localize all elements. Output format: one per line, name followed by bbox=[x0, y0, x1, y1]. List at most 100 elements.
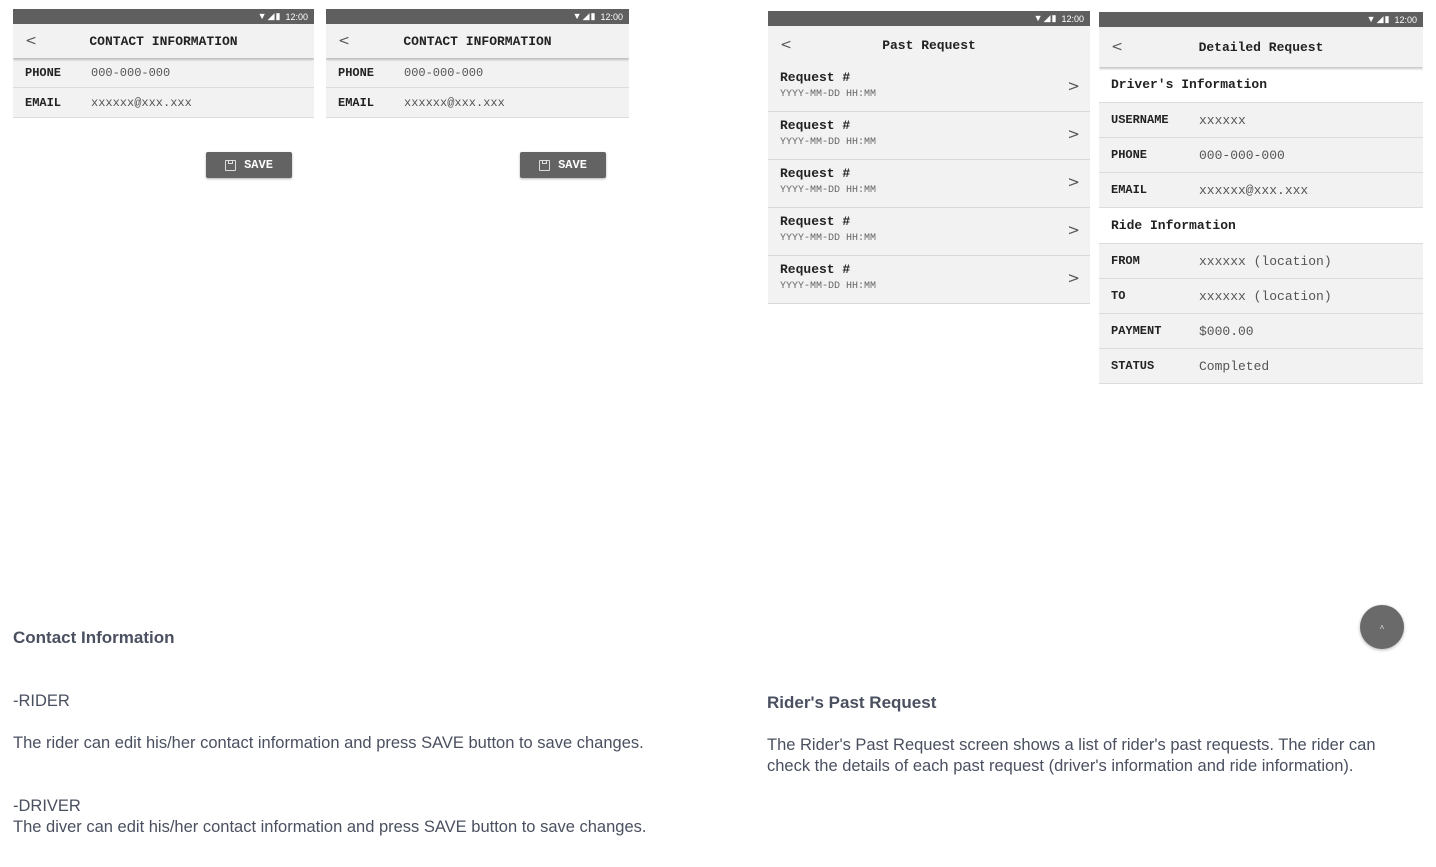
request-date: YYYY-MM-DD HH:MM bbox=[780, 89, 877, 100]
save-label: SAVE bbox=[244, 158, 273, 172]
request-list-item[interactable]: Request # YYYY-MM-DD HH:MM > bbox=[768, 208, 1090, 256]
status-bar: ▼◢▮ 12:00 bbox=[1099, 12, 1423, 27]
screen-title: CONTACT INFORMATION bbox=[89, 33, 238, 49]
request-title: Request # bbox=[780, 166, 851, 181]
ride-info-label: TO bbox=[1111, 289, 1126, 303]
chevron-right-icon: > bbox=[1067, 221, 1080, 239]
ride-info-value: Completed bbox=[1199, 358, 1270, 374]
request-title: Request # bbox=[780, 214, 851, 229]
request-date: YYYY-MM-DD HH:MM bbox=[780, 185, 877, 196]
rider-description: The rider can edit his/her contact infor… bbox=[13, 734, 644, 752]
contact-screen-driver: ▼◢▮ 12:00 < CONTACT INFORMATION PHONE 00… bbox=[326, 9, 629, 129]
save-label: SAVE bbox=[558, 158, 587, 172]
ride-info-row: FROM xxxxxx (location) bbox=[1099, 244, 1423, 279]
past-request-heading: Rider's Past Request bbox=[767, 693, 937, 712]
save-icon bbox=[539, 159, 551, 171]
driver-info-value: 000-000-000 bbox=[1199, 147, 1285, 163]
past-request-description: The Rider's Past Request screen shows a … bbox=[767, 736, 1376, 775]
phone-field[interactable]: 000-000-000 bbox=[404, 66, 483, 80]
driver-info-row: PHONE 000-000-000 bbox=[1099, 138, 1423, 173]
request-title: Request # bbox=[780, 118, 851, 133]
email-label: EMAIL bbox=[25, 95, 62, 110]
chevron-right-icon: > bbox=[1067, 173, 1080, 191]
status-bar: ▼◢▮ 12:00 bbox=[13, 9, 314, 24]
driver-tag: -DRIVER bbox=[13, 797, 81, 815]
request-list: Request # YYYY-MM-DD HH:MM > Request # YYYY-… bbox=[768, 64, 1090, 304]
app-bar: < CONTACT INFORMATION bbox=[326, 24, 629, 58]
back-icon[interactable]: < bbox=[21, 24, 41, 58]
signal-battery-icon: ▼◢▮ bbox=[1033, 13, 1058, 23]
app-bar: < Detailed Request bbox=[1099, 27, 1423, 67]
app-bar: < CONTACT INFORMATION bbox=[13, 24, 314, 58]
scroll-up-button[interactable]: ˄ bbox=[1360, 605, 1404, 649]
email-field[interactable]: xxxxxx@xxx.xxx bbox=[91, 96, 192, 110]
status-time: 12:00 bbox=[600, 11, 623, 22]
status-time: 12:00 bbox=[285, 11, 308, 22]
screen-title: Past Request bbox=[882, 37, 976, 53]
ride-info-value: xxxxxx (location) bbox=[1199, 253, 1332, 269]
ride-info-label: FROM bbox=[1111, 254, 1140, 268]
rider-tag: -RIDER bbox=[13, 692, 70, 710]
save-button[interactable]: SAVE bbox=[520, 152, 606, 178]
ride-info-row: STATUS Completed bbox=[1099, 349, 1423, 384]
driver-info-label: EMAIL bbox=[1111, 183, 1148, 197]
email-field[interactable]: xxxxxx@xxx.xxx bbox=[404, 96, 505, 110]
ride-info-value: $000.00 bbox=[1199, 323, 1254, 339]
request-date: YYYY-MM-DD HH:MM bbox=[780, 281, 877, 292]
status-time: 12:00 bbox=[1061, 13, 1084, 24]
driver-info-value: xxxxxx bbox=[1199, 112, 1246, 128]
contact-screen-rider: ▼◢▮ 12:00 < CONTACT INFORMATION PHONE 00… bbox=[13, 9, 314, 129]
signal-battery-icon: ▼◢▮ bbox=[572, 11, 597, 21]
status-bar: ▼◢▮ 12:00 bbox=[768, 11, 1090, 26]
driver-info-row: EMAIL xxxxxx@xxx.xxx bbox=[1099, 173, 1423, 208]
request-list-item[interactable]: Request # YYYY-MM-DD HH:MM > bbox=[768, 256, 1090, 304]
back-icon[interactable]: < bbox=[1107, 27, 1127, 67]
driver-info-heading: Driver's Information bbox=[1099, 67, 1423, 103]
scroll-up-icon: ˄ bbox=[1379, 622, 1385, 632]
back-icon[interactable]: < bbox=[776, 26, 796, 64]
ride-info-heading: Ride Information bbox=[1099, 208, 1423, 244]
driver-info-list: USERNAME xxxxxx PHONE 000-000-000 EMAIL xxxxx… bbox=[1099, 103, 1423, 208]
back-icon[interactable]: < bbox=[334, 24, 354, 58]
status-bar: ▼◢▮ 12:00 bbox=[326, 9, 629, 24]
phone-row[interactable]: PHONE 000-000-000 bbox=[13, 58, 314, 88]
signal-battery-icon: ▼◢▮ bbox=[257, 11, 282, 21]
phone-label: PHONE bbox=[338, 65, 375, 80]
driver-info-label: USERNAME bbox=[1111, 113, 1169, 127]
request-title: Request # bbox=[780, 70, 851, 85]
email-row[interactable]: EMAIL xxxxxx@xxx.xxx bbox=[13, 88, 314, 118]
email-row[interactable]: EMAIL xxxxxx@xxx.xxx bbox=[326, 88, 629, 118]
contact-info-heading: Contact Information bbox=[13, 628, 175, 647]
save-button[interactable]: SAVE bbox=[206, 152, 292, 178]
request-list-item[interactable]: Request # YYYY-MM-DD HH:MM > bbox=[768, 64, 1090, 112]
driver-info-value: xxxxxx@xxx.xxx bbox=[1199, 182, 1309, 198]
phone-label: PHONE bbox=[25, 65, 62, 80]
ride-info-list: FROM xxxxxx (location) TO xxxxxx (location)… bbox=[1099, 244, 1423, 384]
ride-info-row: TO xxxxxx (location) bbox=[1099, 279, 1423, 314]
request-date: YYYY-MM-DD HH:MM bbox=[780, 233, 877, 244]
driver-info-label: PHONE bbox=[1111, 148, 1148, 162]
chevron-right-icon: > bbox=[1067, 125, 1080, 143]
save-icon bbox=[225, 159, 237, 171]
app-bar: < Past Request bbox=[768, 26, 1090, 64]
screen-title: CONTACT INFORMATION bbox=[403, 33, 552, 49]
screen-title: Detailed Request bbox=[1198, 39, 1324, 55]
email-label: EMAIL bbox=[338, 95, 375, 110]
request-date: YYYY-MM-DD HH:MM bbox=[780, 137, 877, 148]
request-list-item[interactable]: Request # YYYY-MM-DD HH:MM > bbox=[768, 112, 1090, 160]
phone-field[interactable]: 000-000-000 bbox=[91, 66, 170, 80]
detailed-request-screen: ▼◢▮ 12:00 < Detailed Request Driver's In… bbox=[1099, 12, 1423, 392]
ride-info-label: STATUS bbox=[1111, 359, 1155, 373]
status-time: 12:00 bbox=[1394, 14, 1417, 25]
phone-row[interactable]: PHONE 000-000-000 bbox=[326, 58, 629, 88]
driver-info-row: USERNAME xxxxxx bbox=[1099, 103, 1423, 138]
signal-battery-icon: ▼◢▮ bbox=[1366, 14, 1391, 24]
ride-info-label: PAYMENT bbox=[1111, 324, 1162, 338]
ride-info-value: xxxxxx (location) bbox=[1199, 288, 1332, 304]
request-title: Request # bbox=[780, 262, 851, 277]
request-list-item[interactable]: Request # YYYY-MM-DD HH:MM > bbox=[768, 160, 1090, 208]
past-request-screen: ▼◢▮ 12:00 < Past Request Request # YYYY-M… bbox=[768, 11, 1090, 306]
ride-info-row: PAYMENT $000.00 bbox=[1099, 314, 1423, 349]
chevron-right-icon: > bbox=[1067, 77, 1080, 95]
driver-description: The diver can edit his/her contact infor… bbox=[13, 818, 647, 836]
